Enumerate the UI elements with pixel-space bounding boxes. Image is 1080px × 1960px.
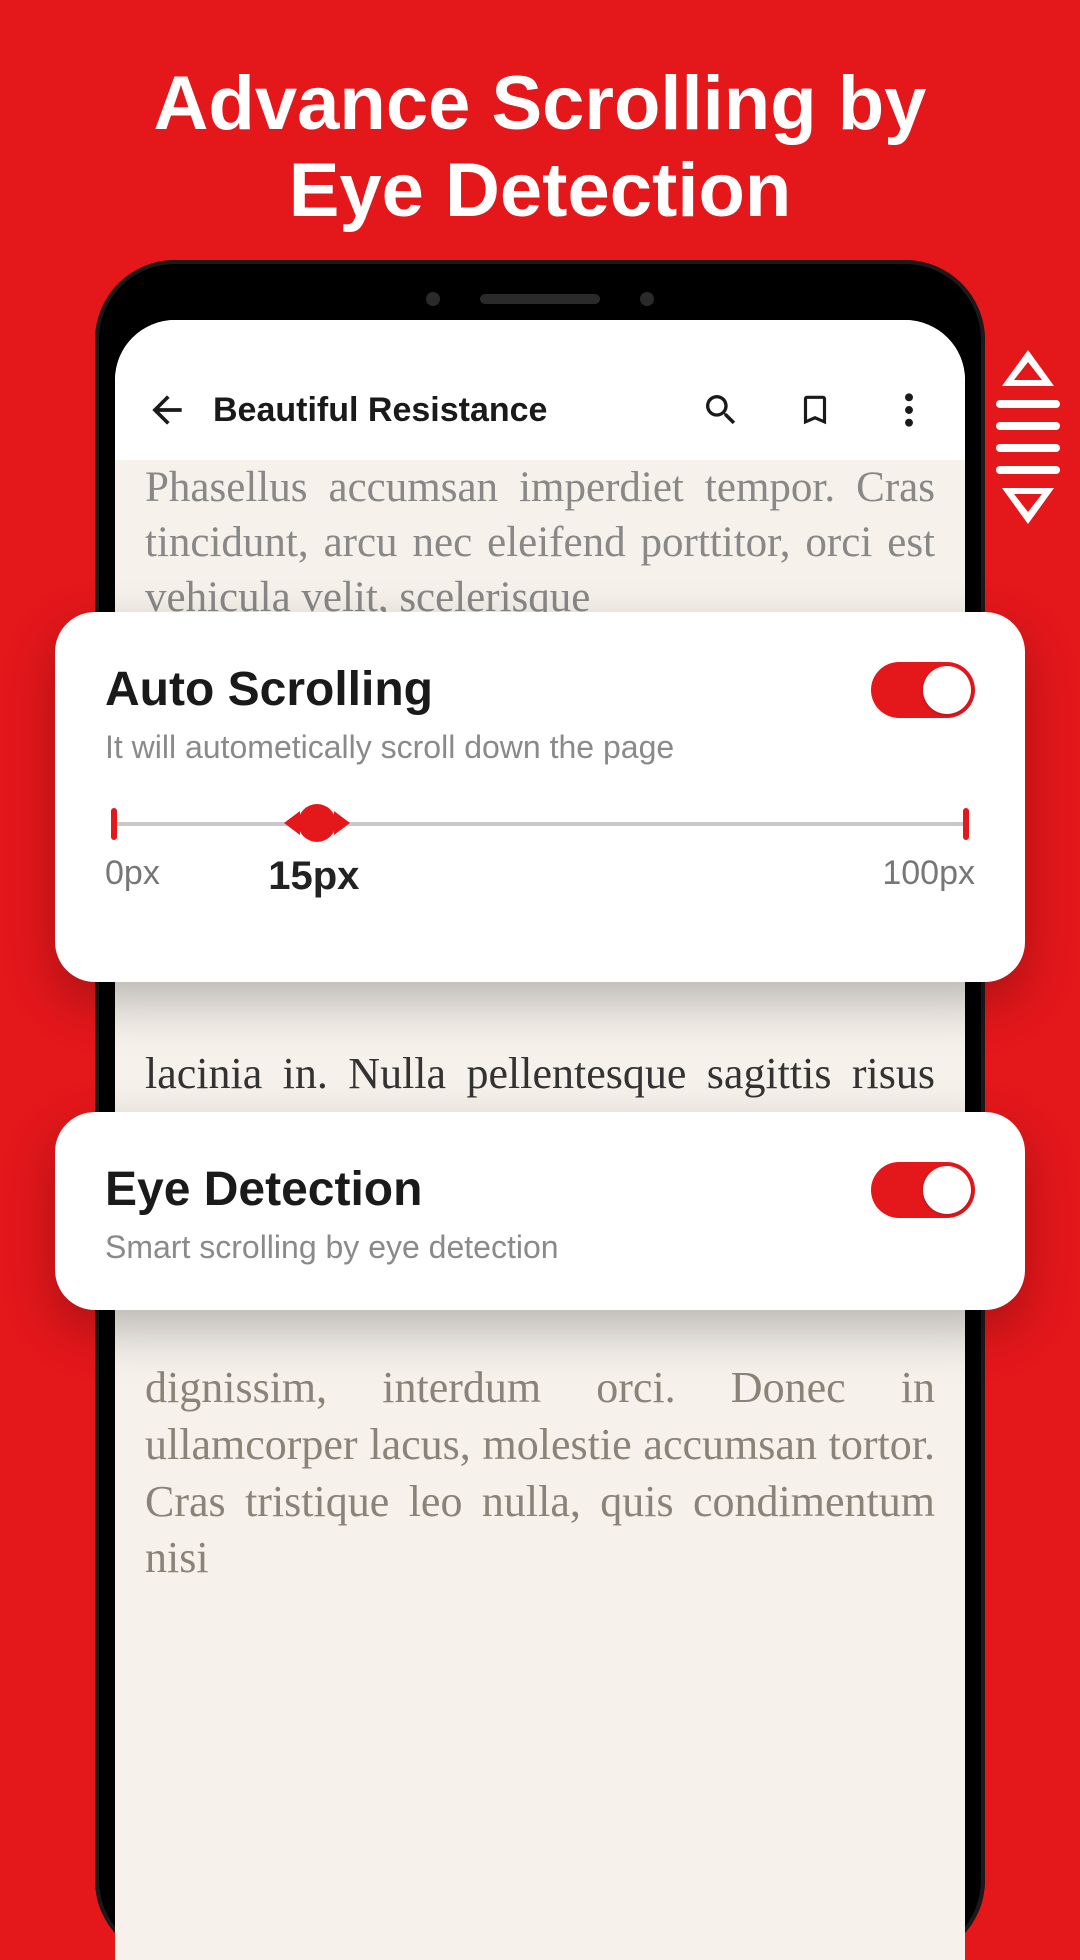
eye-detection-card: Eye Detection Smart scrolling by eye det… bbox=[55, 1112, 1025, 1310]
scroll-up-icon bbox=[1002, 350, 1054, 386]
eye-detection-toggle[interactable] bbox=[871, 1162, 975, 1218]
scroll-line-icon bbox=[996, 400, 1060, 408]
toggle-knob-icon bbox=[923, 1166, 971, 1214]
slider-min-label: 0px bbox=[105, 854, 160, 893]
search-icon bbox=[701, 390, 741, 430]
sensor-dot-icon bbox=[426, 292, 440, 306]
arrow-left-icon bbox=[145, 388, 189, 432]
slider-tick-min bbox=[111, 808, 117, 840]
slider-value-label: 15px bbox=[268, 854, 359, 899]
scroll-down-icon bbox=[1002, 488, 1054, 524]
eye-detection-title: Eye Detection bbox=[105, 1162, 559, 1217]
auto-scrolling-title: Auto Scrolling bbox=[105, 662, 674, 717]
toggle-knob-icon bbox=[923, 666, 971, 714]
auto-scrolling-subtitle: It will autometically scroll down the pa… bbox=[105, 729, 674, 766]
more-button[interactable] bbox=[883, 384, 935, 436]
sensor-dot-icon bbox=[640, 292, 654, 306]
thumb-right-arrow-icon bbox=[334, 811, 350, 835]
phone-notch bbox=[360, 288, 720, 310]
scroll-speed-slider[interactable]: 0px 15px 100px bbox=[105, 822, 975, 893]
scroll-line-icon bbox=[996, 422, 1060, 430]
thumb-circle-icon bbox=[298, 804, 336, 842]
bookmark-button[interactable] bbox=[789, 384, 841, 436]
hero-title: Advance Scrolling by Eye Detection bbox=[0, 0, 1080, 275]
back-button[interactable] bbox=[145, 388, 189, 432]
search-button[interactable] bbox=[695, 384, 747, 436]
hero-line-1: Advance Scrolling by bbox=[154, 61, 927, 146]
phone-mockup: Beautiful Resistance Phasellus accumsan … bbox=[95, 260, 985, 1960]
reader-body-text[interactable]: Phasellus accumsan imperdiet tempor. Cra… bbox=[115, 460, 965, 625]
scroll-line-icon bbox=[996, 444, 1060, 452]
slider-track bbox=[111, 822, 969, 826]
auto-scrolling-toggle[interactable] bbox=[871, 662, 975, 718]
hero-line-2: Eye Detection bbox=[289, 148, 792, 233]
reader-text-line: Phasellus accumsan imperdiet tempor. Cra… bbox=[145, 464, 935, 621]
slider-tick-max bbox=[963, 808, 969, 840]
scroll-direction-widget bbox=[996, 350, 1060, 524]
speaker-icon bbox=[480, 294, 600, 304]
bookmark-icon bbox=[796, 391, 834, 429]
scroll-line-icon bbox=[996, 466, 1060, 474]
eye-detection-subtitle: Smart scrolling by eye detection bbox=[105, 1229, 559, 1266]
app-bar: Beautiful Resistance bbox=[115, 320, 965, 460]
more-vert-icon bbox=[895, 391, 923, 429]
slider-max-label: 100px bbox=[882, 854, 975, 893]
reader-body-text-3[interactable]: dignissim, interdum orci. Donec in ullam… bbox=[145, 1360, 935, 1587]
slider-labels: 0px 15px 100px bbox=[105, 854, 975, 893]
auto-scrolling-card: Auto Scrolling It will autometically scr… bbox=[55, 612, 1025, 982]
document-title: Beautiful Resistance bbox=[213, 391, 653, 430]
slider-thumb[interactable] bbox=[284, 804, 350, 842]
